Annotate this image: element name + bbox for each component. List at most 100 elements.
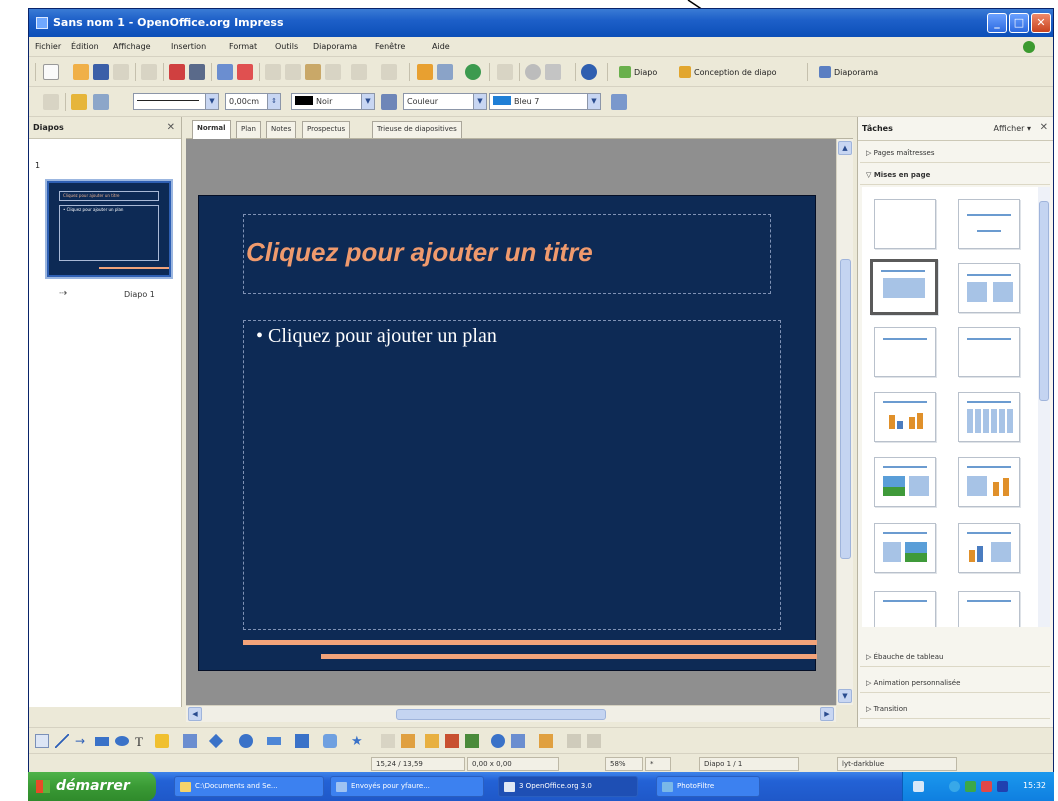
- open-folder-icon[interactable]: [73, 64, 89, 80]
- section-table-design[interactable]: ▷ Ébauche de tableau: [860, 647, 1050, 667]
- layout-title-chart[interactable]: [874, 392, 936, 442]
- connector-icon[interactable]: [183, 734, 197, 748]
- line-style-icon[interactable]: [43, 94, 59, 110]
- stars-icon[interactable]: ★: [351, 734, 365, 749]
- tab-plan[interactable]: Plan: [236, 121, 261, 138]
- status-zoom[interactable]: 58%: [605, 757, 643, 771]
- new-document-icon[interactable]: [43, 64, 59, 80]
- area-icon[interactable]: [93, 94, 109, 110]
- arrow-style-icon[interactable]: [71, 94, 87, 110]
- start-button[interactable]: démarrer: [28, 772, 156, 801]
- layout-title-two-objects[interactable]: [958, 591, 1020, 627]
- slideshow-button[interactable]: Diaporama: [819, 66, 878, 78]
- text-icon[interactable]: T: [135, 734, 149, 749]
- redo-icon[interactable]: [381, 64, 397, 80]
- slide-canvas[interactable]: Cliquez pour ajouter un titre • Cliquez …: [186, 139, 836, 705]
- navigator-icon[interactable]: [525, 64, 541, 80]
- task-explorer[interactable]: C:\Documents and Se...: [174, 776, 324, 797]
- slide[interactable]: Cliquez pour ajouter un titre • Cliquez …: [198, 195, 817, 671]
- gallery-icon[interactable]: [465, 734, 479, 748]
- menu-diaporama[interactable]: Diaporama: [313, 42, 357, 51]
- menu-edition[interactable]: Édition: [71, 42, 99, 51]
- zoom-icon[interactable]: [545, 64, 561, 80]
- layout-title-chart-text[interactable]: [958, 523, 1020, 573]
- basic-shapes-icon[interactable]: [208, 733, 224, 749]
- callouts-icon[interactable]: [323, 734, 337, 748]
- copy-icon[interactable]: [285, 64, 301, 80]
- task-mail[interactable]: Envoyés pour yfaure...: [330, 776, 484, 797]
- layouts-scrollbar[interactable]: [1038, 187, 1050, 627]
- layout-title-only-slide[interactable]: [958, 199, 1020, 249]
- scroll-up-icon[interactable]: ▲: [838, 141, 852, 155]
- autospell-icon[interactable]: [237, 64, 253, 80]
- tab-notes[interactable]: Notes: [266, 121, 297, 138]
- title-bar[interactable]: Sans nom 1 - OpenOffice.org Impress _ □ …: [29, 9, 1053, 37]
- fontwork-icon[interactable]: [425, 734, 439, 748]
- menu-affichage[interactable]: Affichage: [113, 42, 151, 51]
- line-width-field[interactable]: 0,00cm ⇕: [225, 93, 281, 110]
- tab-slide-sorter[interactable]: Trieuse de diapositives: [372, 121, 462, 138]
- horizontal-scrollbar[interactable]: ◀ ▶: [186, 705, 836, 722]
- update-icon[interactable]: [1023, 41, 1035, 53]
- export-pdf-icon[interactable]: [169, 64, 185, 80]
- scroll-left-icon[interactable]: ◀: [188, 707, 202, 721]
- task-photofiltre[interactable]: PhotoFiltre: [656, 776, 760, 797]
- paste-icon[interactable]: [305, 64, 321, 80]
- undo-icon[interactable]: [351, 64, 367, 80]
- arrow-line-icon[interactable]: →: [75, 734, 89, 748]
- maximize-button[interactable]: □: [1009, 13, 1029, 33]
- view-menu-button[interactable]: Afficher ▾: [994, 124, 1031, 133]
- task-openoffice[interactable]: 3 OpenOffice.org 3.0: [498, 776, 638, 797]
- line-style-select[interactable]: ▼: [133, 93, 219, 110]
- section-layouts[interactable]: ▽ Mises en page: [860, 165, 1050, 185]
- antivirus-icon[interactable]: [965, 781, 976, 792]
- extrusion-icon[interactable]: [491, 734, 505, 748]
- flowchart-icon[interactable]: [295, 734, 309, 748]
- section-master-pages[interactable]: ▷ Pages maîtresses: [860, 143, 1050, 163]
- spellcheck-icon[interactable]: [217, 64, 233, 80]
- layout-title-two-content[interactable]: [958, 263, 1020, 313]
- horizontal-scroll-thumb[interactable]: [396, 709, 606, 720]
- layout-title-text-chart[interactable]: [958, 457, 1020, 507]
- fill-bucket-icon[interactable]: [381, 94, 397, 110]
- layout-blank[interactable]: [874, 199, 936, 249]
- layout-centered-text[interactable]: [958, 327, 1020, 377]
- alert-icon[interactable]: [981, 781, 992, 792]
- layout-title-text-clipart[interactable]: [874, 523, 936, 573]
- shadow-toggle-icon[interactable]: [587, 734, 601, 748]
- hyperlink-icon[interactable]: [465, 64, 481, 80]
- help-icon[interactable]: [581, 64, 597, 80]
- line-color-select[interactable]: Noir ▼: [291, 93, 375, 110]
- title-placeholder[interactable]: Cliquez pour ajouter un titre: [243, 214, 771, 294]
- vertical-scrollbar[interactable]: ▲ ▼: [836, 139, 853, 705]
- slide-button[interactable]: Diapo: [619, 66, 657, 78]
- select-pointer-icon[interactable]: [35, 734, 49, 748]
- minimize-button[interactable]: _: [987, 13, 1007, 33]
- layout-title-object[interactable]: [874, 591, 936, 627]
- glue-points-icon[interactable]: [401, 734, 415, 748]
- menu-fenetre[interactable]: Fenêtre: [375, 42, 405, 51]
- volume-icon[interactable]: [997, 781, 1008, 792]
- slide-thumbnail[interactable]: Cliquez pour ajouter un titre • Cliquez …: [47, 181, 171, 277]
- cut-icon[interactable]: [265, 64, 281, 80]
- slide-design-button[interactable]: Conception de diapo: [679, 66, 777, 78]
- menu-fichier[interactable]: Fichier: [35, 42, 61, 51]
- arrange-icon[interactable]: [567, 734, 581, 748]
- fill-type-select[interactable]: Couleur ▼: [403, 93, 487, 110]
- close-icon[interactable]: ✕: [167, 122, 175, 133]
- vertical-scroll-thumb[interactable]: [840, 259, 851, 559]
- alignment-icon[interactable]: [539, 734, 553, 748]
- from-file-icon[interactable]: [445, 734, 459, 748]
- menu-aide[interactable]: Aide: [432, 42, 450, 51]
- close-icon[interactable]: ✕: [1040, 122, 1048, 133]
- security-icon[interactable]: [949, 781, 960, 792]
- scroll-right-icon[interactable]: ▶: [820, 707, 834, 721]
- effects-icon[interactable]: [511, 734, 525, 748]
- format-paintbrush-icon[interactable]: [325, 64, 341, 80]
- fill-color-select[interactable]: Bleu 7 ▼: [489, 93, 601, 110]
- layout-title-content[interactable]: [870, 259, 938, 315]
- layout-title-clipart-text[interactable]: [874, 457, 936, 507]
- section-transition[interactable]: ▷ Transition: [860, 699, 1050, 719]
- menu-format[interactable]: Format: [229, 42, 257, 51]
- layout-title-table[interactable]: [958, 392, 1020, 442]
